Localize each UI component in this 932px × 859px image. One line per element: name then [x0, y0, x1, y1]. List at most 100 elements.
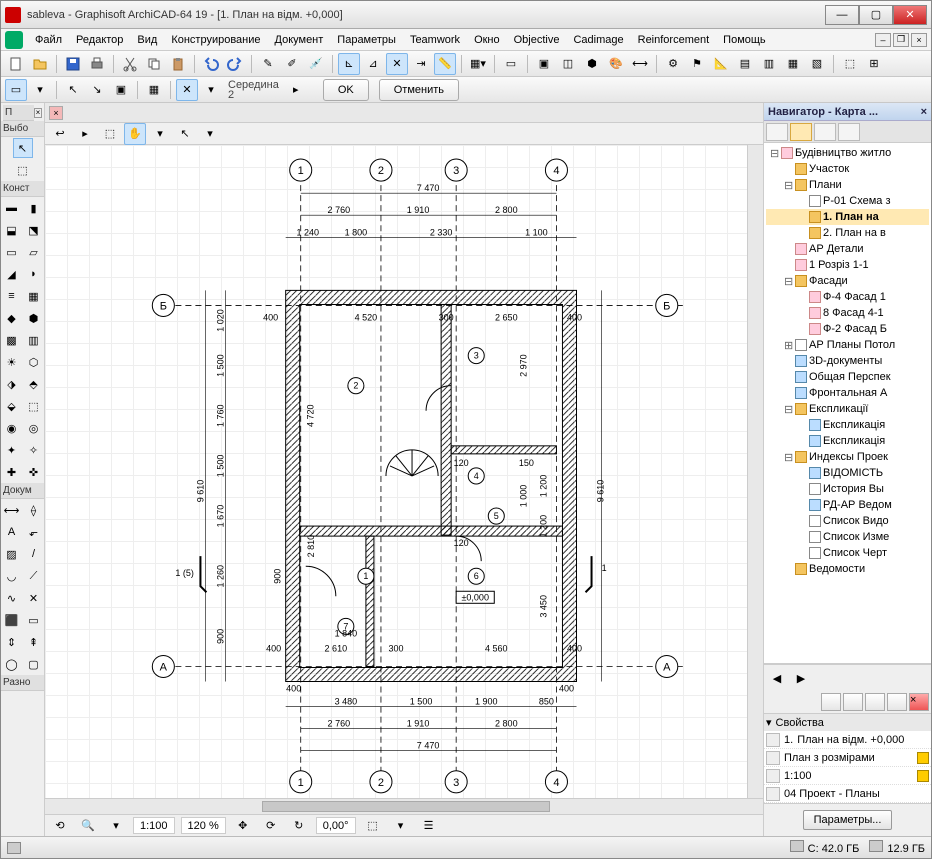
- misc3-button[interactable]: 📐: [710, 53, 732, 75]
- zoom-prev-button[interactable]: ⟲: [49, 815, 71, 837]
- tree-node[interactable]: ⊞АР Планы Потол: [766, 337, 929, 353]
- menu-objective[interactable]: Objective: [508, 32, 566, 48]
- tree-node[interactable]: ⊟Индексы Проек: [766, 449, 929, 465]
- misc7-button[interactable]: ▧: [806, 53, 828, 75]
- move-tool[interactable]: ▣: [110, 79, 132, 101]
- mdi-minimize-button[interactable]: –: [875, 33, 891, 47]
- object-tool[interactable]: ⬢: [24, 308, 44, 328]
- zone-tool[interactable]: ▩: [2, 330, 22, 350]
- window-tool[interactable]: ⬔: [24, 220, 44, 240]
- prop-row-scale[interactable]: 1:100: [764, 767, 931, 785]
- morph-tool[interactable]: ◆: [2, 308, 22, 328]
- arrow-tool[interactable]: ↖: [13, 138, 33, 158]
- grid-menu-button[interactable]: ▦▾: [467, 53, 489, 75]
- nav-new4-button[interactable]: [887, 693, 907, 711]
- detail-tool[interactable]: ◯: [2, 654, 22, 674]
- line-draw-tool[interactable]: /: [24, 544, 44, 564]
- tool-x4[interactable]: ⬙: [2, 396, 22, 416]
- copy-button[interactable]: [143, 53, 165, 75]
- prop-row-layers[interactable]: План з розмірами: [764, 749, 931, 767]
- menu-file[interactable]: Файл: [29, 32, 68, 48]
- nav-new2-button[interactable]: [843, 693, 863, 711]
- spline-tool[interactable]: ∿: [2, 588, 22, 608]
- tree-node[interactable]: Участок: [766, 161, 929, 177]
- sb1-button[interactable]: ⬚: [362, 815, 384, 837]
- curtain-tool[interactable]: ▥: [24, 330, 44, 350]
- misc5-button[interactable]: ▥: [758, 53, 780, 75]
- snap-mid-dd[interactable]: ▾: [200, 79, 222, 101]
- snap1-button[interactable]: ⊾: [338, 53, 360, 75]
- drawing-tool[interactable]: ▭: [24, 610, 44, 630]
- open-file-button[interactable]: [29, 53, 51, 75]
- tab-close-button[interactable]: ×: [49, 106, 63, 120]
- tree-node[interactable]: Список Изме: [766, 529, 929, 545]
- snap3-button[interactable]: ✕: [386, 53, 408, 75]
- tree-node[interactable]: 3D-документы: [766, 353, 929, 369]
- save-button[interactable]: [62, 53, 84, 75]
- tree-node[interactable]: Фронтальная А: [766, 385, 929, 401]
- mini2-button[interactable]: ▸: [74, 123, 96, 145]
- pan-button[interactable]: ✥: [232, 815, 254, 837]
- menu-editor[interactable]: Редактор: [70, 32, 129, 48]
- tree-node[interactable]: Ф-4 Фасад 1: [766, 289, 929, 305]
- mini4-button[interactable]: ✋: [124, 123, 146, 145]
- mini6-button[interactable]: ↖: [174, 123, 196, 145]
- view-persp-button[interactable]: ◫: [557, 53, 579, 75]
- tree-node[interactable]: ⊟Фасади: [766, 273, 929, 289]
- nav-delete-button[interactable]: ×: [909, 693, 929, 711]
- tool-x11[interactable]: ✜: [24, 462, 44, 482]
- tool-x9[interactable]: ✧: [24, 440, 44, 460]
- navtab-layout[interactable]: [814, 123, 836, 141]
- navigator-tree[interactable]: ⊟Будівництво житлоУчасток⊟ПланиР-01 Схем…: [764, 143, 931, 664]
- view-axon-button[interactable]: ⬢: [581, 53, 603, 75]
- lamp-tool[interactable]: ☀: [2, 352, 22, 372]
- elev-tool[interactable]: ⇞: [24, 632, 44, 652]
- marquee-tool[interactable]: ▦: [143, 79, 165, 101]
- mdi-restore-button[interactable]: ❐: [893, 33, 909, 47]
- trace-button[interactable]: ▭: [500, 53, 522, 75]
- label-tool[interactable]: ⬐: [24, 522, 44, 542]
- dim-button[interactable]: ⟷: [629, 53, 651, 75]
- tree-node[interactable]: Общая Перспек: [766, 369, 929, 385]
- tree-node[interactable]: Експликація: [766, 433, 929, 449]
- tree-node[interactable]: 8 Фасад 4-1: [766, 305, 929, 321]
- tree-node[interactable]: Р-01 Схема з: [766, 193, 929, 209]
- navigator-close-icon[interactable]: ×: [921, 106, 927, 118]
- tool-x10[interactable]: ✚: [2, 462, 22, 482]
- misc2-button[interactable]: ⚑: [686, 53, 708, 75]
- ok-button[interactable]: OK: [323, 79, 369, 101]
- snap-mid-button[interactable]: ✕: [176, 79, 198, 101]
- slab-tool[interactable]: ▱: [24, 242, 44, 262]
- misc6-button[interactable]: ▦: [782, 53, 804, 75]
- figure-tool[interactable]: ⬛: [2, 610, 22, 630]
- menu-reinforcement[interactable]: Reinforcement: [632, 32, 716, 48]
- drawing-canvas[interactable]: 1 2 3 4 1 2 3 4 Б А Б А: [45, 145, 747, 798]
- wand-button[interactable]: ✎: [257, 53, 279, 75]
- angle-field[interactable]: 0,00°: [316, 817, 356, 834]
- tree-left-button[interactable]: ◀: [766, 667, 788, 689]
- tool-x2[interactable]: ⬗: [2, 374, 22, 394]
- zoom-ratio-field[interactable]: 1:100: [133, 817, 175, 834]
- mdi-close-button[interactable]: ×: [911, 33, 927, 47]
- tree-node[interactable]: ⊟Експликації: [766, 401, 929, 417]
- tool-x8[interactable]: ✦: [2, 440, 22, 460]
- tool-x5[interactable]: ⬚: [24, 396, 44, 416]
- tree-node[interactable]: ⊟Плани: [766, 177, 929, 193]
- nav-new1-button[interactable]: [821, 693, 841, 711]
- roof-tool[interactable]: ◢: [2, 264, 22, 284]
- redo-button[interactable]: [224, 53, 246, 75]
- navtab-viewmap[interactable]: [790, 123, 812, 141]
- mini7-button[interactable]: ▾: [199, 123, 221, 145]
- mini5-button[interactable]: ▾: [149, 123, 171, 145]
- tool-x1[interactable]: ⬡: [24, 352, 44, 372]
- column-tool[interactable]: ▮: [24, 198, 44, 218]
- line-tool-button[interactable]: ▭: [5, 79, 27, 101]
- misc1-button[interactable]: ⚙: [662, 53, 684, 75]
- line-tool-dd[interactable]: ▾: [29, 79, 51, 101]
- tree-node[interactable]: Ф-2 Фасад Б: [766, 321, 929, 337]
- misc9-button[interactable]: ⊞: [863, 53, 885, 75]
- snap4-button[interactable]: ⇥: [410, 53, 432, 75]
- marquee-select-tool[interactable]: ⬚: [13, 160, 33, 180]
- menu-teamwork[interactable]: Teamwork: [404, 32, 466, 48]
- menu-help[interactable]: Помощь: [717, 32, 772, 48]
